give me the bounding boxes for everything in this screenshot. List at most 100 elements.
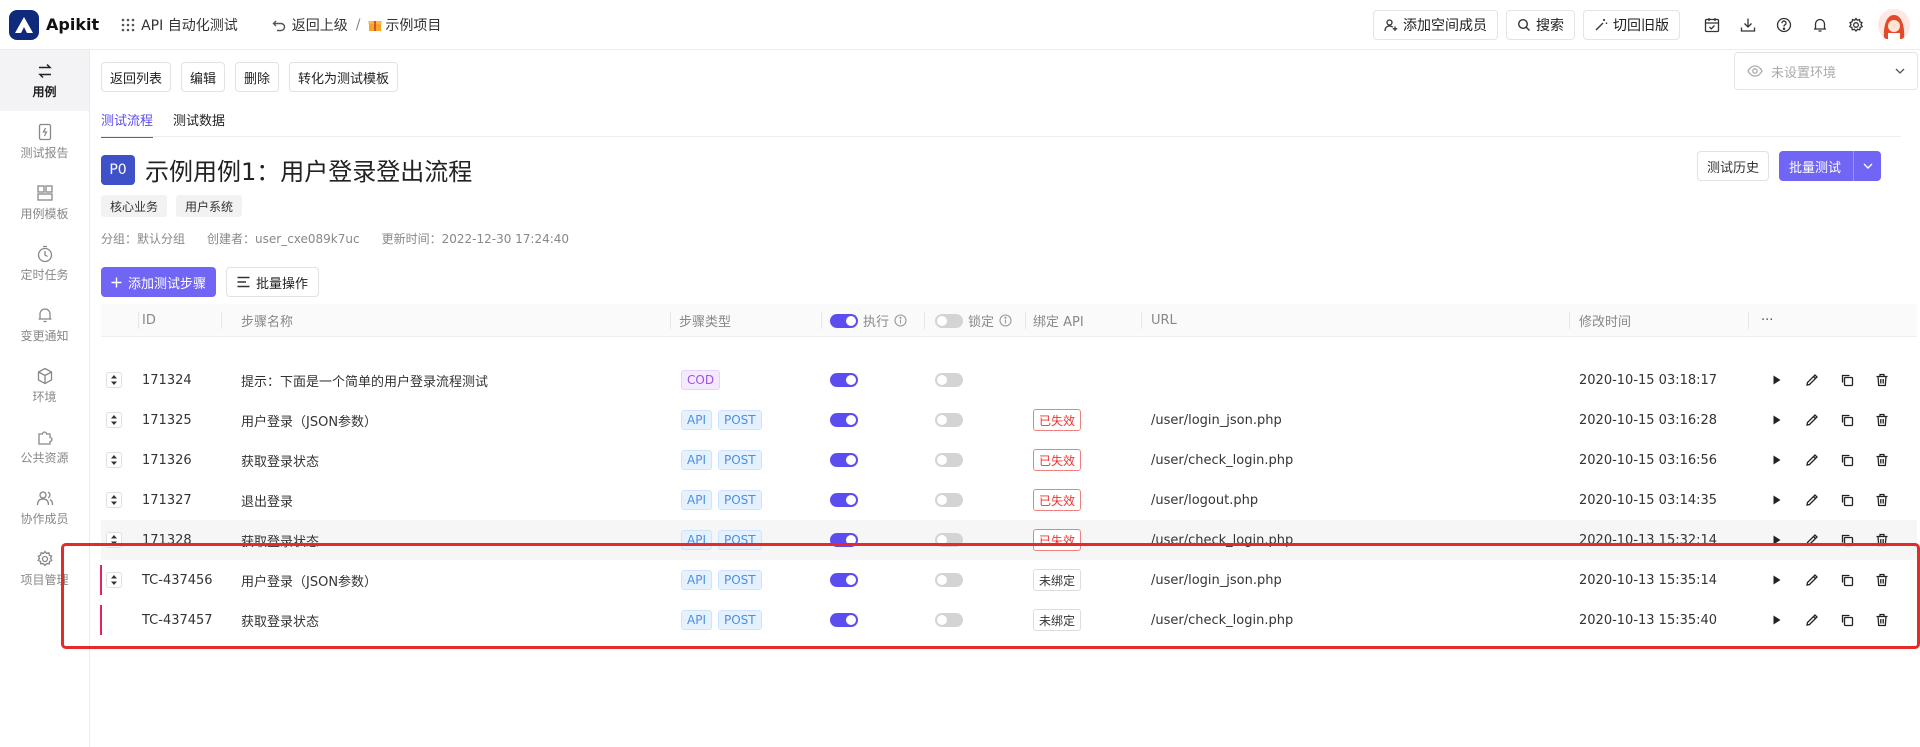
lock-toggle[interactable] [935, 453, 963, 467]
table-row[interactable]: 171328 获取登录状态 API POST 已失效/user/check_login.… [101, 520, 1917, 560]
exec-toggle[interactable] [830, 493, 858, 507]
edit-step-button[interactable] [1803, 571, 1821, 589]
step-name[interactable]: 获取登录状态 [241, 440, 319, 480]
run-step-button[interactable] [1768, 531, 1786, 549]
run-step-button[interactable] [1768, 371, 1786, 389]
run-step-button[interactable] [1768, 451, 1786, 469]
drag-handle[interactable] [106, 452, 122, 468]
column-options-button[interactable]: ··· [1761, 304, 1773, 337]
sidebar-item-members[interactable]: 协作成员 [0, 477, 89, 538]
step-name[interactable]: 退出登录 [241, 480, 293, 520]
exec-all-toggle[interactable] [830, 313, 858, 328]
table-row[interactable]: 171327 退出登录 API POST 已失效/user/logout.php 2020… [101, 480, 1917, 520]
batch-test-button[interactable]: 批量测试 [1778, 151, 1881, 181]
delete-step-button[interactable] [1873, 371, 1891, 389]
copy-step-button[interactable] [1838, 611, 1856, 629]
lock-toggle[interactable] [935, 533, 963, 547]
tab-test-data[interactable]: 测试数据 [173, 110, 225, 138]
logo[interactable]: Apikit [9, 9, 99, 40]
bind-status-badge[interactable]: 已失效 [1033, 449, 1082, 471]
table-row[interactable]: 171326 获取登录状态 API POST 已失效/user/check_login.… [101, 440, 1917, 480]
exec-toggle[interactable] [830, 373, 858, 387]
exec-toggle[interactable] [830, 613, 858, 627]
delete-button[interactable]: 删除 [235, 62, 280, 92]
delete-step-button[interactable] [1873, 411, 1891, 429]
drag-handle[interactable] [106, 572, 122, 588]
exec-toggle[interactable] [830, 453, 858, 467]
project-breadcrumb[interactable]: 示例项目 [368, 15, 441, 35]
sidebar-item-public-resources[interactable]: 公共资源 [0, 416, 89, 477]
workspace-switcher[interactable]: API 自动化测试 [121, 15, 238, 35]
run-step-button[interactable] [1768, 411, 1786, 429]
edit-step-button[interactable] [1803, 531, 1821, 549]
run-step-button[interactable] [1768, 491, 1786, 509]
delete-step-button[interactable] [1873, 451, 1891, 469]
edit-button[interactable]: 编辑 [181, 62, 226, 92]
drag-handle[interactable] [106, 412, 122, 428]
help-button[interactable] [1766, 10, 1802, 40]
lock-toggle[interactable] [935, 573, 963, 587]
settings-button[interactable] [1838, 10, 1874, 40]
exec-toggle[interactable] [830, 533, 858, 547]
step-name[interactable]: 获取登录状态 [241, 520, 319, 560]
lock-toggle[interactable] [935, 613, 963, 627]
edit-step-button[interactable] [1803, 371, 1821, 389]
bind-status-badge[interactable]: 未绑定 [1033, 609, 1082, 631]
bind-status-badge[interactable]: 未绑定 [1033, 569, 1082, 591]
step-name[interactable]: 获取登录状态 [241, 600, 319, 640]
environment-select[interactable]: 未设置环境 [1734, 52, 1918, 90]
step-name[interactable]: 提示：下面是一个简单的用户登录流程测试 [241, 360, 488, 400]
copy-step-button[interactable] [1838, 571, 1856, 589]
add-member-button[interactable]: 添加空间成员 [1373, 10, 1498, 40]
edit-step-button[interactable] [1803, 491, 1821, 509]
delete-step-button[interactable] [1873, 611, 1891, 629]
edit-step-button[interactable] [1803, 411, 1821, 429]
tab-test-flow[interactable]: 测试流程 [101, 110, 154, 138]
sidebar-item-project-management[interactable]: 项目管理 [0, 538, 89, 599]
sidebar-item-change-notice[interactable]: 变更通知 [0, 294, 89, 355]
sidebar-item-environment[interactable]: 环境 [0, 355, 89, 416]
sidebar-item-templates[interactable]: 用例模板 [0, 172, 89, 233]
convert-to-template-button[interactable]: 转化为测试模板 [289, 62, 399, 92]
test-history-button[interactable]: 测试历史 [1696, 151, 1769, 181]
calendar-button[interactable] [1694, 10, 1730, 40]
edit-step-button[interactable] [1803, 611, 1821, 629]
exec-toggle[interactable] [830, 573, 858, 587]
lock-toggle[interactable] [935, 413, 963, 427]
run-step-button[interactable] [1768, 571, 1786, 589]
bind-status-badge[interactable]: 已失效 [1033, 409, 1082, 431]
notifications-button[interactable] [1802, 10, 1838, 40]
lock-all-toggle[interactable] [935, 313, 963, 328]
add-test-step-button[interactable]: 添加测试步骤 [101, 267, 217, 297]
table-row[interactable]: TC-437457 获取登录状态 API POST 未绑定/user/check_log… [100, 600, 1920, 640]
step-name[interactable]: 用户登录（JSON参数） [241, 400, 377, 440]
edit-step-button[interactable] [1803, 451, 1821, 469]
drag-handle[interactable] [106, 532, 122, 548]
lock-toggle[interactable] [935, 373, 963, 387]
download-button[interactable] [1730, 10, 1766, 40]
lock-toggle[interactable] [935, 493, 963, 507]
search-button[interactable]: 搜索 [1506, 10, 1575, 40]
batch-test-dropdown[interactable] [1853, 151, 1881, 181]
table-row[interactable]: TC-437456 用户登录（JSON参数） API POST 未绑定/user/log… [100, 560, 1920, 600]
bind-status-badge[interactable]: 已失效 [1033, 529, 1082, 551]
drag-handle[interactable] [106, 372, 122, 388]
table-row[interactable]: 171325 用户登录（JSON参数） API POST 已失效/user/login_… [101, 400, 1917, 440]
copy-step-button[interactable] [1838, 531, 1856, 549]
delete-step-button[interactable] [1873, 531, 1891, 549]
table-row[interactable]: 171324 提示：下面是一个简单的用户登录流程测试 COD 2020-10-15 0… [101, 360, 1917, 400]
old-version-button[interactable]: 切回旧版 [1583, 10, 1680, 40]
sidebar-item-reports[interactable]: 测试报告 [0, 111, 89, 172]
batch-operations-button[interactable]: 批量操作 [226, 267, 320, 297]
sidebar-item-scheduled-tasks[interactable]: 定时任务 [0, 233, 89, 294]
bind-status-badge[interactable]: 已失效 [1033, 489, 1082, 511]
step-name[interactable]: 用户登录（JSON参数） [241, 560, 377, 600]
copy-step-button[interactable] [1838, 451, 1856, 469]
user-avatar[interactable] [1878, 9, 1910, 41]
exec-toggle[interactable] [830, 413, 858, 427]
delete-step-button[interactable] [1873, 571, 1891, 589]
back-to-parent-link[interactable]: 返回上级 [272, 15, 348, 35]
delete-step-button[interactable] [1873, 491, 1891, 509]
copy-step-button[interactable] [1838, 411, 1856, 429]
run-step-button[interactable] [1768, 611, 1786, 629]
